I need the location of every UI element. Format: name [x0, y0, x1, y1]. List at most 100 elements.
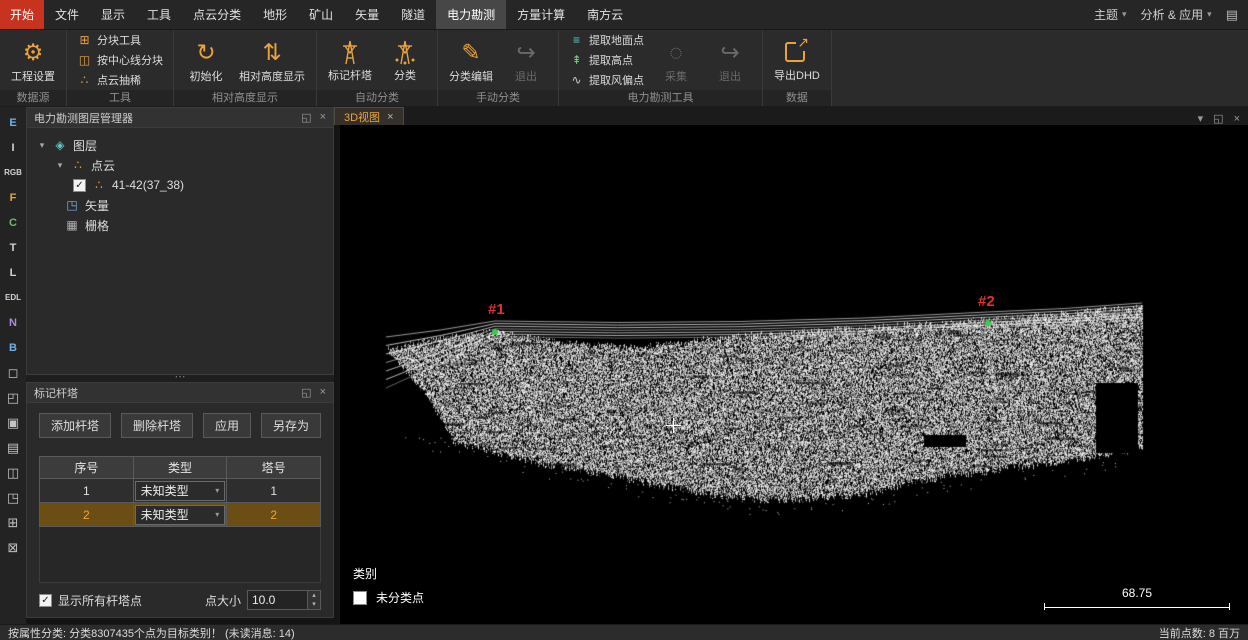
select-box-tool-icon[interactable]: ◻ [3, 364, 23, 381]
block-tool-button[interactable]: ⊞ 分块工具 [77, 32, 163, 48]
table-row-selected[interactable]: 2 未知类型 ▾ 2 [40, 503, 321, 527]
ribbon-group-relative-height: ↻ 初始化 ⇅ 相对高度显示 相对高度显示 [174, 30, 317, 106]
tree-node-pointcloud[interactable]: ▾ ∴ 点云 [33, 155, 327, 175]
point-cloud-canvas[interactable] [340, 125, 1248, 624]
relative-height-button[interactable]: ⇅ 相对高度显示 [234, 36, 310, 85]
tree-node-raster-label: 栅格 [85, 217, 109, 234]
delete-tower-button[interactable]: 删除杆塔 [121, 413, 193, 438]
close-icon[interactable]: × [320, 386, 326, 399]
theme-label: 主题 [1094, 6, 1118, 23]
theme-menu[interactable]: 主题 ▾ [1094, 6, 1127, 23]
extract-ground-points-button[interactable]: ≡ 提取地面点 [569, 32, 644, 48]
layers-stack-icon: ≡ [569, 33, 584, 47]
type-dropdown[interactable]: 未知类型 ▾ [135, 481, 226, 501]
type-dropdown[interactable]: 未知类型 ▾ [135, 505, 226, 525]
tree-expand-icon[interactable]: ▾ [37, 140, 47, 151]
point-size-stepper[interactable]: ▴ ▾ [247, 590, 321, 610]
tree-node-dataset[interactable]: ✓ ∴ 41-42(37_38) [33, 175, 327, 195]
menu-item-tunnel[interactable]: 隧道 [390, 0, 436, 29]
menu-item-display[interactable]: 显示 [90, 0, 136, 29]
menu-item-vector[interactable]: 矢量 [344, 0, 390, 29]
menu-item-volume-calc[interactable]: 方量计算 [506, 0, 576, 29]
close-icon[interactable]: × [320, 111, 326, 124]
measure-box-tool-icon[interactable]: ⊠ [3, 539, 23, 556]
float-window-icon[interactable]: ◱ [301, 111, 311, 124]
analysis-apps-menu[interactable]: 分析 & 应用 ▾ [1140, 6, 1211, 23]
table-row[interactable]: 1 未知类型 ▾ 1 [40, 479, 321, 503]
classify-button[interactable]: 分类 [379, 37, 431, 84]
rgb-display-icon[interactable]: RGB [3, 164, 23, 181]
menu-item-cloud-classification[interactable]: 点云分类 [182, 0, 252, 29]
cell-index[interactable]: 2 [40, 503, 134, 527]
apply-button[interactable]: 应用 [203, 413, 251, 438]
menu-item-mine[interactable]: 矿山 [298, 0, 344, 29]
cross-section-tool-icon[interactable]: ◫ [3, 464, 23, 481]
flight-display-icon[interactable]: F [3, 189, 23, 206]
menu-item-southern-cloud[interactable]: 南方云 [576, 0, 634, 29]
float-window-icon[interactable]: ◱ [1213, 112, 1223, 125]
3d-viewport: #1 #2 类别 未分类点 68.75 [340, 125, 1248, 624]
tree-node-vector[interactable]: ◳ 矢量 [33, 195, 327, 215]
classification-display-icon[interactable]: C [3, 214, 23, 231]
menu-item-file[interactable]: 文件 [44, 0, 90, 29]
tab-3d-view[interactable]: 3D视图 × [334, 107, 404, 125]
ribbon-group-datasource: ⚙ 工程设置 数据源 [0, 30, 67, 106]
spin-up-icon[interactable]: ▴ [308, 591, 320, 600]
elevation-display-icon[interactable]: E [3, 114, 23, 131]
centerline-block-label: 按中心线分块 [97, 52, 163, 68]
spin-down-icon[interactable]: ▾ [308, 600, 320, 609]
export-dhd-button[interactable]: ↗ 导出DHD [769, 36, 825, 84]
add-tower-button[interactable]: 添加杆塔 [39, 413, 111, 438]
panel-splitter[interactable]: ⋯ [26, 375, 334, 382]
save-as-button[interactable]: 另存为 [261, 413, 321, 438]
app-grid-icon[interactable]: ▤ [1226, 7, 1238, 23]
profile-tool-icon[interactable]: ◰ [3, 389, 23, 406]
unclassified-color-swatch[interactable] [353, 591, 367, 605]
level-display-icon[interactable]: L [3, 264, 23, 281]
dataset-checkbox[interactable]: ✓ [73, 179, 86, 192]
close-icon[interactable]: × [387, 111, 393, 123]
extract-wind-deviation-button[interactable]: ∿ 提取风偏点 [569, 72, 644, 88]
legend-item-unclassified[interactable]: 未分类点 [353, 589, 424, 606]
cell-tower-no[interactable]: 2 [227, 503, 321, 527]
thin-cloud-button[interactable]: ∴ 点云抽稀 [77, 72, 163, 88]
extract-high-points-button[interactable]: ⇞ 提取高点 [569, 52, 644, 68]
tree-expand-icon[interactable]: ▾ [55, 160, 65, 171]
cell-tower-no[interactable]: 1 [227, 479, 321, 503]
group-label-tools: 工具 [67, 90, 173, 106]
classification-edit-button[interactable]: ✎ 分类编辑 [444, 36, 498, 85]
point-size-input[interactable] [248, 591, 307, 609]
clip-box-tool-icon[interactable]: ◳ [3, 489, 23, 506]
menu-item-tools[interactable]: 工具 [136, 0, 182, 29]
group-label-relative-height: 相对高度显示 [174, 90, 316, 106]
refresh-circle-icon: ↻ [196, 37, 215, 67]
tree-node-layers[interactable]: ▾ ◈ 图层 [33, 135, 327, 155]
show-all-towers-label: 显示所有杆塔点 [58, 592, 142, 609]
start-menu-button[interactable]: 开始 [0, 0, 44, 29]
time-display-icon[interactable]: T [3, 239, 23, 256]
edl-display-icon[interactable]: EDL [3, 289, 23, 306]
project-settings-label: 工程设置 [11, 68, 55, 84]
show-all-towers-checkbox[interactable]: ✓ [39, 594, 52, 607]
float-window-icon[interactable]: ◱ [301, 386, 311, 399]
cube-view-tool-icon[interactable]: ▣ [3, 414, 23, 431]
menu-item-terrain[interactable]: 地形 [252, 0, 298, 29]
mark-tower-button[interactable]: 标记杆塔 [323, 37, 377, 84]
centerline-block-button[interactable]: ◫ 按中心线分块 [77, 52, 163, 68]
slice-tool-icon[interactable]: ▤ [3, 439, 23, 456]
cell-index[interactable]: 1 [40, 479, 134, 503]
initialize-button[interactable]: ↻ 初始化 [180, 36, 232, 85]
intensity-display-icon[interactable]: I [3, 139, 23, 156]
chevron-down-icon[interactable]: ▾ [1198, 112, 1204, 125]
unclassified-label: 未分类点 [376, 589, 424, 606]
tree-node-raster[interactable]: ▦ 栅格 [33, 215, 327, 235]
status-bar: 按属性分类: 分类8307435个点为目标类别！ (未读消息: 14) 当前点数… [0, 624, 1248, 640]
blend-display-icon[interactable]: B [3, 339, 23, 356]
grid-tool-icon[interactable]: ⊞ [3, 514, 23, 531]
tower-icon [337, 38, 363, 66]
normal-display-icon[interactable]: N [3, 314, 23, 331]
project-settings-button[interactable]: ⚙ 工程设置 [6, 36, 60, 85]
menu-item-power-survey[interactable]: 电力勘测 [436, 0, 506, 29]
exit-manual-button: ↪ 退出 [500, 36, 552, 85]
close-icon[interactable]: × [1234, 113, 1240, 125]
